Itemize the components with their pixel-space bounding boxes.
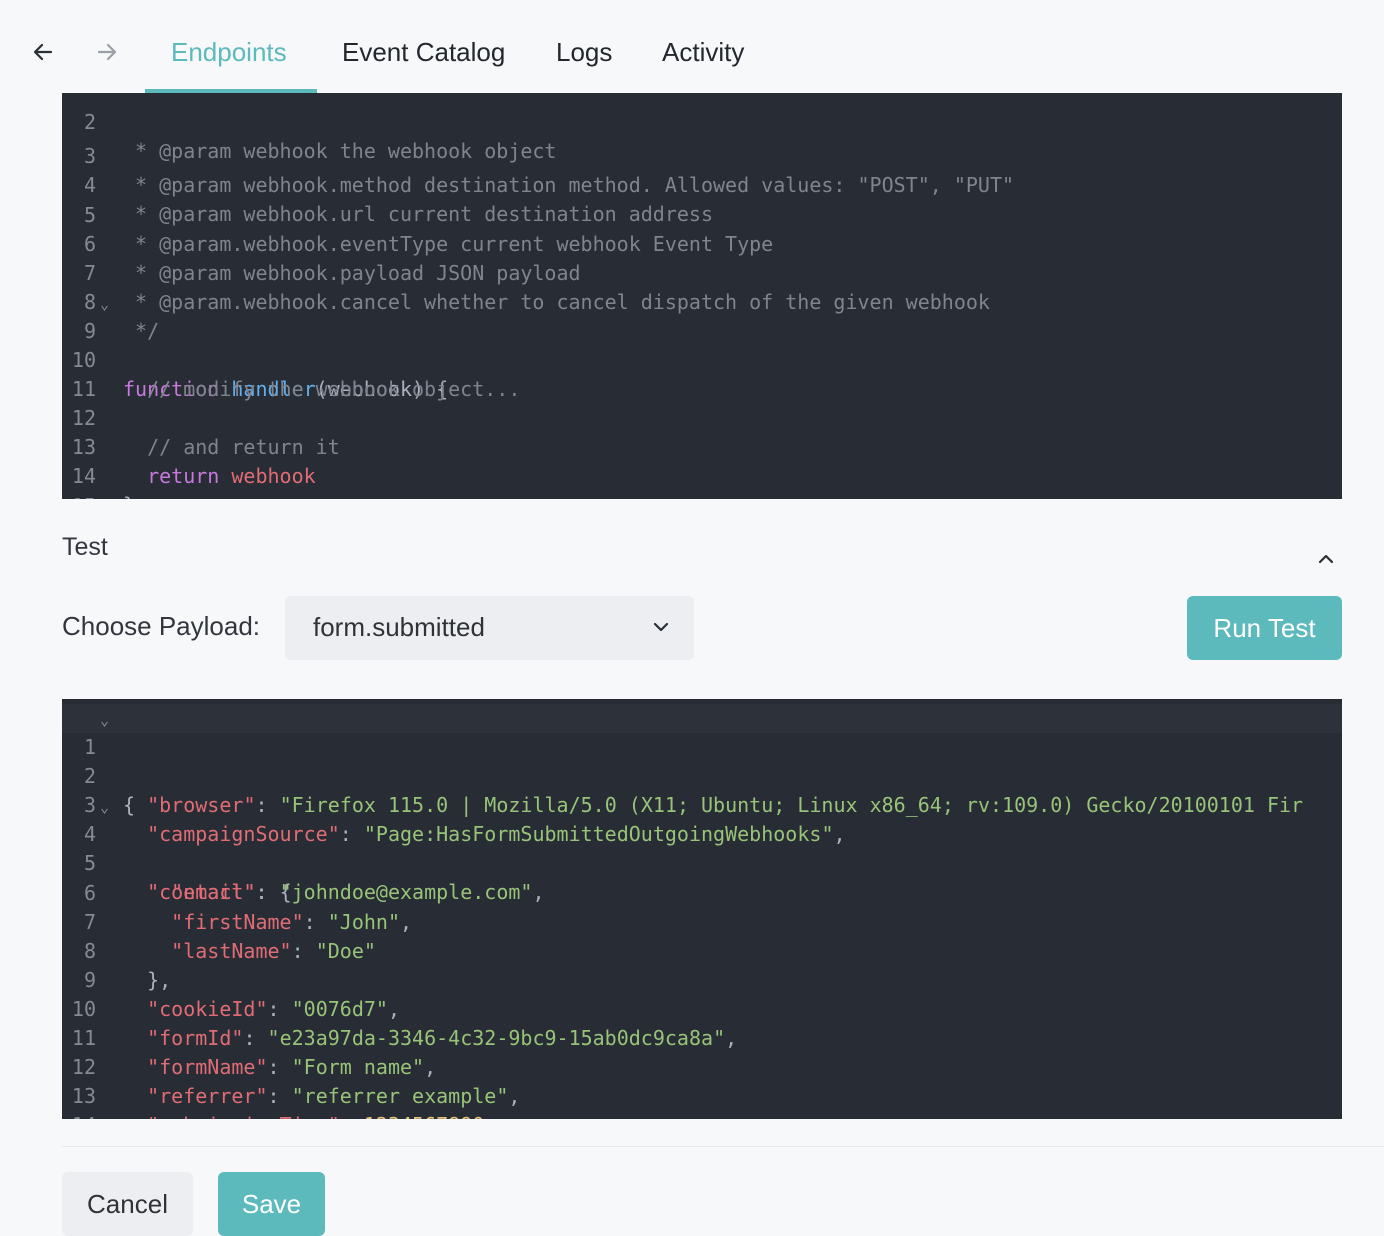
save-button[interactable]: Save — [218, 1172, 325, 1236]
tab-event-catalog[interactable]: Event Catalog — [342, 30, 505, 93]
payload-code-editor[interactable]: 1 ⌄ { 2 "browser": "Firefox 115.0 | Mozi… — [62, 699, 1342, 1119]
code-line: 11 "formName": "Form name", — [62, 995, 1342, 1079]
back-button[interactable] — [29, 36, 57, 68]
code-line: 1 ⌄ { — [62, 704, 1342, 817]
transformation-code-editor[interactable]: 2 * @param webhook the webhook object 3 … — [62, 93, 1342, 499]
test-section-title: Test — [62, 533, 108, 561]
code-line: 13 return webhook — [62, 404, 1342, 488]
code-line: 10 "formId": "e23a97da-3346-4c32-9bc9-15… — [62, 966, 1342, 1050]
chevron-up-icon — [1318, 554, 1334, 564]
collapse-test-button[interactable] — [1312, 545, 1340, 573]
code-line: 6 "firstName": "John", — [62, 850, 1342, 934]
code-line: 10 // modify the webhook object... — [62, 317, 1342, 401]
arrow-right-icon — [97, 43, 117, 61]
chevron-down-icon — [653, 622, 669, 632]
footer-divider — [62, 1146, 1384, 1147]
payload-select[interactable]: form.submitted — [285, 596, 694, 660]
code-line: 15 — [62, 463, 1342, 499]
code-line: 11 — [62, 346, 1342, 401]
code-line: 2 * @param webhook the webhook object — [62, 93, 1342, 163]
line-number: 14 — [62, 1111, 96, 1119]
code-line: 14 } — [62, 433, 1342, 499]
payload-select-value: form.submitted — [313, 612, 485, 642]
code-line: 6 * @param webhook.payload JSON payload — [62, 201, 1342, 285]
cancel-button[interactable]: Cancel — [62, 1172, 193, 1236]
fold-chevron-icon[interactable]: ⌄ — [100, 793, 109, 822]
forward-button[interactable] — [93, 36, 121, 68]
tab-activity[interactable]: Activity — [662, 30, 744, 93]
run-test-button[interactable]: Run Test — [1187, 596, 1342, 660]
code-line: 9 "cookieId": "0076d7", — [62, 937, 1342, 1021]
code-line: 5 "email": "johndoe@example.com", — [62, 820, 1342, 904]
fold-chevron-icon[interactable]: ⌄ — [100, 290, 109, 319]
code-line: 7 * @param.webhook.cancel whether to can… — [62, 230, 1342, 314]
line-number: 15 — [62, 492, 96, 499]
code-line: 3 * @param webhook.method destination me… — [62, 113, 1342, 197]
code-line: 12 // and return it — [62, 375, 1342, 459]
code-line: 13 "submissionTime": 1234567890 — [62, 1053, 1342, 1119]
code-line: 9 ⌄ function handler(webhook) { — [62, 288, 1342, 401]
code-line: 4 ⌄ "contact": { — [62, 791, 1342, 904]
tab-endpoints[interactable]: Endpoints — [171, 30, 287, 93]
tab-logs[interactable]: Logs — [556, 30, 612, 93]
top-navigation: Endpoints Event Catalog Logs Activity — [0, 0, 1384, 93]
arrow-left-icon — [33, 43, 53, 61]
code-text: "submissionTime": 1234567890 — [123, 1111, 484, 1119]
code-line: 14 } — [62, 1082, 1342, 1119]
code-line: 8 }, — [62, 908, 1342, 992]
code-line: 4 * @param webhook.url current destinati… — [62, 142, 1342, 226]
code-text: } — [123, 491, 135, 499]
fold-chevron-icon[interactable]: ⌄ — [100, 706, 109, 735]
code-line: 7 "lastName": "Doe" — [62, 879, 1342, 963]
choose-payload-label: Choose Payload: — [62, 611, 261, 641]
code-line: 3 "campaignSource": "Page:HasFormSubmitt… — [62, 762, 1342, 846]
code-line: 12 "referrer": "referrer example", — [62, 1024, 1342, 1108]
code-line: 8 */ — [62, 259, 1342, 343]
code-line: 2 "browser": "Firefox 115.0 | Mozilla/5.… — [62, 733, 1342, 817]
code-line: 5 * @param.webhook.eventType current web… — [62, 172, 1342, 256]
